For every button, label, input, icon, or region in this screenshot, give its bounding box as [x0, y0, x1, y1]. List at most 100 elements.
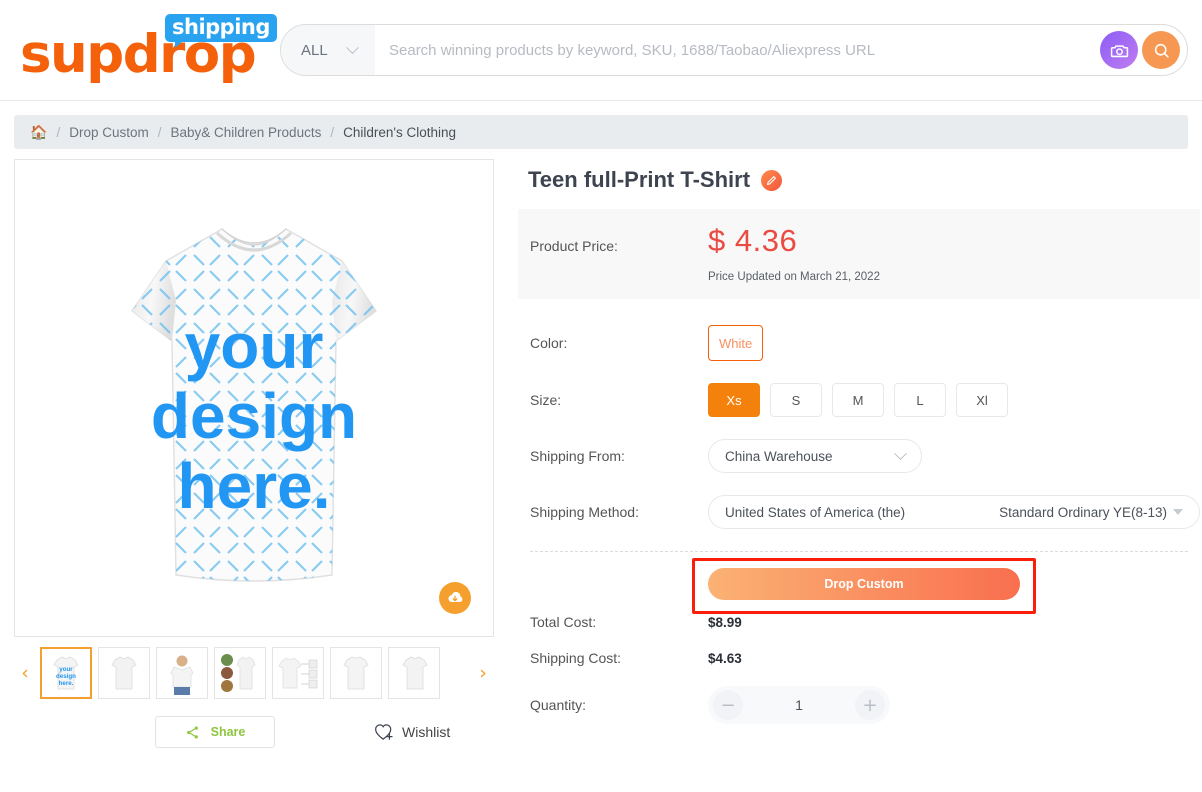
- total-cost-value: $8.99: [708, 614, 742, 630]
- thumb-plain-front[interactable]: [98, 647, 150, 699]
- site-logo[interactable]: supdrop shipping: [20, 14, 277, 86]
- product-detail-panel: Teen full-Print T-Shirt Product Price: $…: [518, 159, 1200, 749]
- price-row: Product Price: $ 4.36: [530, 223, 1200, 259]
- shipping-country-value: United States of America (the): [725, 504, 906, 520]
- page-title: Teen full-Print T-Shirt: [528, 167, 751, 192]
- thumb-swatches-icon: [221, 654, 256, 692]
- chevron-down-icon: [894, 446, 907, 460]
- design-text-line-2: design: [151, 380, 357, 452]
- shipping-service-group: Standard Ordinary YE(8-13): [999, 505, 1183, 520]
- total-cost-label: Total Cost:: [530, 614, 597, 630]
- thumb-tshirt-icon: your design here.: [53, 656, 79, 690]
- site-header: supdrop shipping ALL: [0, 0, 1202, 100]
- logo-shipping-badge: shipping: [165, 14, 277, 49]
- search-input[interactable]: [375, 40, 1100, 60]
- color-option-white[interactable]: White: [708, 325, 764, 361]
- thumb-tshirt-icon: [402, 656, 428, 690]
- share-icon: [186, 726, 198, 738]
- gallery-actions: Share Wishlist: [14, 715, 494, 749]
- shipping-from-select[interactable]: China Warehouse: [708, 439, 922, 473]
- thumb-plain-angle[interactable]: [388, 647, 440, 699]
- price-value: $ 4.36: [708, 223, 798, 258]
- product-gallery: your design here. ‹ your design here. › …: [14, 159, 494, 749]
- drop-custom-button[interactable]: Drop Custom: [708, 568, 1020, 600]
- thumb-plain-back[interactable]: [330, 647, 382, 699]
- breadcrumb-item-childrens-clothing[interactable]: Children's Clothing: [343, 125, 456, 140]
- header-divider: [0, 100, 1202, 101]
- breadcrumb-item-baby-children-products[interactable]: Baby& Children Products: [171, 125, 322, 140]
- size-option-row: Size: Xs S M L Xl: [518, 383, 1200, 417]
- image-search-button[interactable]: [1100, 31, 1138, 69]
- tshirt-mockup: your design here.: [15, 160, 493, 636]
- thumb-tshirt-icon: [111, 656, 137, 690]
- svg-text:here.: here.: [59, 680, 74, 687]
- thumb-size-diagram[interactable]: [272, 647, 324, 699]
- shipping-method-row: Shipping Method: United States of Americ…: [518, 495, 1200, 529]
- size-option-xs[interactable]: Xs: [708, 383, 760, 417]
- main-product-image[interactable]: your design here.: [14, 159, 494, 637]
- search-bar: ALL: [280, 24, 1188, 76]
- breadcrumb-separator: /: [330, 124, 335, 140]
- pencil-edit-icon: [767, 175, 776, 185]
- shipping-method-label: Shipping Method:: [530, 504, 639, 520]
- search-category-label: ALL: [301, 41, 328, 59]
- thumbnails-prev-button[interactable]: ‹: [14, 647, 36, 699]
- shipping-cost-value: $4.63: [708, 650, 742, 666]
- camera-icon: [1110, 44, 1128, 57]
- product-page-main: your design here. ‹ your design here. › …: [0, 149, 1202, 749]
- thumb-tshirt-icon: [343, 656, 369, 690]
- edit-product-button[interactable]: [761, 169, 783, 191]
- total-cost-row: Total Cost: $8.99: [518, 614, 1200, 630]
- thumbnails-next-button[interactable]: ›: [472, 647, 494, 699]
- price-label: Product Price:: [530, 238, 618, 254]
- share-button[interactable]: Share: [155, 716, 275, 748]
- thumb-design-mockup[interactable]: your design here.: [40, 647, 92, 699]
- color-label: Color:: [530, 335, 568, 351]
- shipping-from-value: China Warehouse: [725, 448, 833, 464]
- shipping-from-label: Shipping From:: [530, 448, 625, 464]
- tshirt-illustration: your design here.: [131, 228, 377, 582]
- breadcrumb-separator: /: [157, 124, 162, 140]
- shipping-cost-label: Shipping Cost:: [530, 650, 622, 666]
- breadcrumb-separator: /: [56, 124, 61, 140]
- size-option-m[interactable]: M: [832, 383, 884, 417]
- svg-text:design: design: [56, 673, 76, 680]
- design-text-line-1: your: [185, 310, 324, 382]
- triangle-down-icon: [1173, 509, 1183, 515]
- thumbnail-strip: ‹ your design here. ›: [14, 647, 494, 699]
- size-option-s[interactable]: S: [770, 383, 822, 417]
- breadcrumb-item-drop-custom[interactable]: Drop Custom: [69, 125, 149, 140]
- size-option-xl[interactable]: Xl: [956, 383, 1008, 417]
- design-text-line-3: here.: [178, 450, 331, 522]
- wishlist-label: Wishlist: [402, 724, 451, 740]
- color-option-row: Color: White: [518, 325, 1200, 361]
- search-submit-button[interactable]: [1142, 31, 1180, 69]
- product-title-row: Teen full-Print T-Shirt: [528, 167, 1200, 193]
- share-label: Share: [210, 725, 246, 739]
- heart-plus-icon: [375, 724, 393, 740]
- wishlist-button[interactable]: Wishlist: [373, 722, 450, 742]
- quantity-row: Quantity: − 1 +: [518, 686, 1200, 724]
- thumb-model-wearing[interactable]: [156, 647, 208, 699]
- quantity-decrease-button[interactable]: −: [713, 690, 743, 720]
- quantity-increase-button[interactable]: +: [854, 690, 885, 720]
- shipping-from-row: Shipping From: China Warehouse: [518, 439, 1200, 473]
- magnifier-icon: [1154, 43, 1169, 58]
- shipping-method-select[interactable]: United States of America (the) Standard …: [708, 495, 1200, 529]
- cloud-download-icon: [448, 591, 463, 603]
- shipping-cost-row: Shipping Cost: $4.63: [518, 650, 1200, 666]
- shipping-service-value: Standard Ordinary YE(8-13): [999, 504, 1167, 520]
- download-image-button[interactable]: [439, 582, 471, 614]
- home-icon[interactable]: 🏠: [30, 124, 47, 141]
- quantity-stepper: − 1 +: [708, 686, 890, 724]
- quantity-label: Quantity:: [530, 697, 587, 713]
- size-option-l[interactable]: L: [894, 383, 946, 417]
- search-category-select[interactable]: ALL: [281, 25, 375, 75]
- chevron-down-icon: [345, 40, 359, 54]
- thumb-color-swatches[interactable]: [214, 647, 266, 699]
- size-label: Size:: [530, 392, 562, 408]
- thumb-size-chart-icon: [278, 657, 318, 689]
- cta-zone: Drop Custom: [530, 552, 1200, 614]
- quantity-value[interactable]: 1: [795, 697, 803, 713]
- breadcrumb: 🏠 / Drop Custom / Baby& Children Product…: [14, 115, 1188, 149]
